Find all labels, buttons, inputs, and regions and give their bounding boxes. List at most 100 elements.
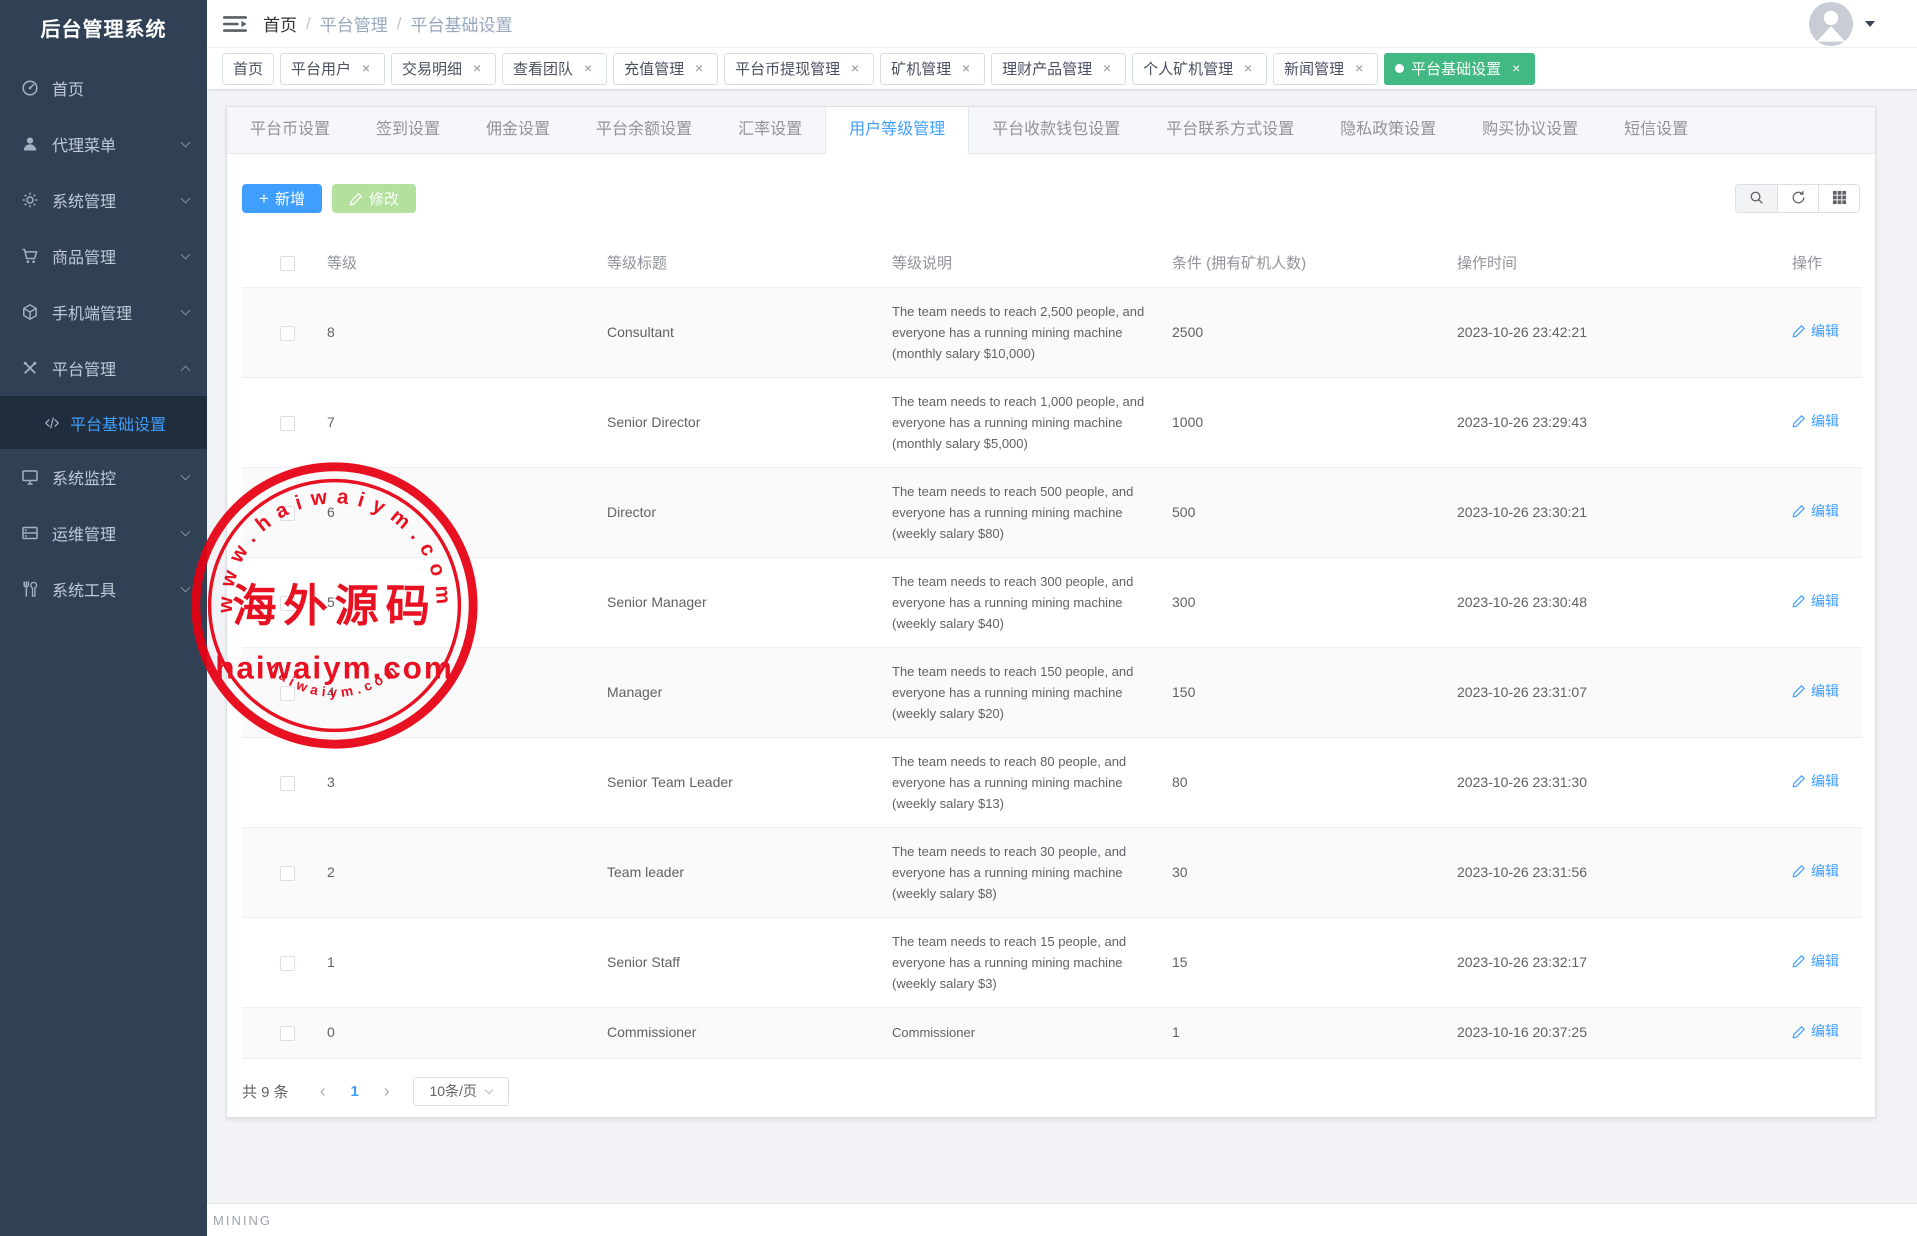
tag-item[interactable]: 矿机管理× bbox=[880, 53, 985, 85]
pencil-icon bbox=[1792, 594, 1806, 608]
sidebar-item-label: 系统监控 bbox=[52, 465, 182, 489]
avatar[interactable] bbox=[1809, 2, 1853, 46]
tag-active-item[interactable]: 平台基础设置× bbox=[1384, 53, 1535, 85]
description-cell: The team needs to reach 2,500 people, an… bbox=[882, 288, 1162, 378]
sidebar-item-system-management[interactable]: 系统管理 bbox=[0, 172, 207, 228]
sidebar-item-system-tools[interactable]: 系统工具 bbox=[0, 561, 207, 617]
gear-icon bbox=[21, 191, 39, 209]
level-cell: 8 bbox=[317, 288, 597, 378]
content-tab[interactable]: 隐私政策设置 bbox=[1317, 107, 1459, 153]
time-cell: 2023-10-26 23:30:48 bbox=[1447, 558, 1782, 648]
content-tab[interactable]: 签到设置 bbox=[353, 107, 463, 153]
edit-row-button[interactable]: 编辑 bbox=[1792, 1021, 1839, 1042]
content-tab[interactable]: 平台收款钱包设置 bbox=[969, 107, 1143, 153]
edit-row-label: 编辑 bbox=[1811, 411, 1839, 432]
close-icon[interactable]: × bbox=[847, 61, 863, 77]
add-button[interactable]: + 新增 bbox=[242, 184, 322, 213]
edit-button-label: 修改 bbox=[369, 188, 399, 209]
sidebar-item-label: 首页 bbox=[52, 76, 189, 100]
tag-item[interactable]: 新闻管理× bbox=[1273, 53, 1378, 85]
content-tab-active[interactable]: 用户等级管理 bbox=[825, 107, 969, 154]
content-tab[interactable]: 平台余额设置 bbox=[573, 107, 715, 153]
sidebar-item-label: 商品管理 bbox=[52, 244, 182, 268]
edit-row-button[interactable]: 编辑 bbox=[1792, 591, 1839, 612]
row-checkbox[interactable] bbox=[280, 416, 295, 431]
breadcrumb-home[interactable]: 首页 bbox=[263, 11, 297, 36]
row-checkbox[interactable] bbox=[280, 686, 295, 701]
edit-row-button[interactable]: 编辑 bbox=[1792, 951, 1839, 972]
row-checkbox[interactable] bbox=[280, 1026, 295, 1041]
breadcrumb-separator: / bbox=[397, 14, 402, 34]
prev-page-button[interactable]: ‹ bbox=[307, 1077, 339, 1105]
close-icon[interactable]: × bbox=[580, 61, 596, 77]
tag-item[interactable]: 平台币提现管理× bbox=[724, 53, 874, 85]
row-checkbox[interactable] bbox=[280, 596, 295, 611]
close-icon[interactable]: × bbox=[691, 61, 707, 77]
refresh-button[interactable] bbox=[1777, 185, 1818, 212]
edit-row-button[interactable]: 编辑 bbox=[1792, 771, 1839, 792]
tag-item[interactable]: 理财产品管理× bbox=[991, 53, 1126, 85]
monitor-icon bbox=[21, 468, 39, 486]
tag-item[interactable]: 个人矿机管理× bbox=[1132, 53, 1267, 85]
close-icon[interactable]: × bbox=[1351, 61, 1367, 77]
row-checkbox[interactable] bbox=[280, 326, 295, 341]
page-number-button[interactable]: 1 bbox=[339, 1077, 371, 1105]
edit-row-button[interactable]: 编辑 bbox=[1792, 501, 1839, 522]
cart-icon bbox=[21, 247, 39, 265]
page-size-select[interactable]: 10条/页 bbox=[413, 1077, 509, 1106]
search-button[interactable] bbox=[1736, 185, 1777, 212]
sidebar-item-platform-management[interactable]: 平台管理 bbox=[0, 340, 207, 396]
tag-item[interactable]: 查看团队× bbox=[502, 53, 607, 85]
tag-label: 平台用户 bbox=[291, 58, 351, 79]
sidebar-item-home[interactable]: 首页 bbox=[0, 60, 207, 116]
row-checkbox[interactable] bbox=[280, 506, 295, 521]
close-icon[interactable]: × bbox=[1508, 61, 1524, 77]
close-icon[interactable]: × bbox=[1099, 61, 1115, 77]
close-icon[interactable]: × bbox=[958, 61, 974, 77]
tag-item[interactable]: 平台用户 × bbox=[280, 53, 385, 85]
content-tab[interactable]: 短信设置 bbox=[1601, 107, 1711, 153]
sidebar-item-ops-management[interactable]: 运维管理 bbox=[0, 505, 207, 561]
table-row: 8ConsultantThe team needs to reach 2,500… bbox=[242, 288, 1862, 378]
edit-row-button[interactable]: 编辑 bbox=[1792, 321, 1839, 342]
sidebar-item-mobile-management[interactable]: 手机端管理 bbox=[0, 284, 207, 340]
select-all-checkbox[interactable] bbox=[280, 256, 295, 271]
content-tab[interactable]: 平台币设置 bbox=[227, 107, 353, 153]
sidebar-item-goods-management[interactable]: 商品管理 bbox=[0, 228, 207, 284]
sidebar-item-platform-basic-settings[interactable]: 平台基础设置 bbox=[0, 396, 207, 449]
pencil-icon bbox=[1792, 864, 1806, 878]
edit-row-button[interactable]: 编辑 bbox=[1792, 411, 1839, 432]
next-page-button[interactable]: › bbox=[371, 1077, 403, 1105]
close-icon[interactable]: × bbox=[358, 61, 374, 77]
row-checkbox[interactable] bbox=[280, 956, 295, 971]
sidebar-item-label: 平台基础设置 bbox=[70, 411, 189, 435]
caret-down-icon[interactable] bbox=[1865, 21, 1875, 27]
content-tab[interactable]: 平台联系方式设置 bbox=[1143, 107, 1317, 153]
tag-item[interactable]: 充值管理× bbox=[613, 53, 718, 85]
tag-item[interactable]: 交易明细× bbox=[391, 53, 496, 85]
edit-row-button[interactable]: 编辑 bbox=[1792, 681, 1839, 702]
time-cell: 2023-10-26 23:32:17 bbox=[1447, 918, 1782, 1008]
row-checkbox[interactable] bbox=[280, 776, 295, 791]
content-tab[interactable]: 佣金设置 bbox=[463, 107, 573, 153]
action-cell: 编辑 bbox=[1782, 828, 1862, 918]
row-checkbox[interactable] bbox=[280, 866, 295, 881]
close-icon[interactable]: × bbox=[1240, 61, 1256, 77]
table-header: 等级等级标题等级说明条件 (拥有矿机人数)操作时间操作 bbox=[242, 238, 1862, 288]
sidebar-item-system-monitor[interactable]: 系统监控 bbox=[0, 449, 207, 505]
action-cell: 编辑 bbox=[1782, 558, 1862, 648]
time-cell: 2023-10-26 23:31:07 bbox=[1447, 648, 1782, 738]
description-cell: The team needs to reach 15 people, and e… bbox=[882, 918, 1162, 1008]
columns-button[interactable] bbox=[1818, 185, 1859, 212]
refresh-icon bbox=[1791, 190, 1806, 208]
edit-row-button[interactable]: 编辑 bbox=[1792, 861, 1839, 882]
sidebar-item-agent-menu[interactable]: 代理菜单 bbox=[0, 116, 207, 172]
close-icon[interactable]: × bbox=[469, 61, 485, 77]
time-cell: 2023-10-26 23:30:21 bbox=[1447, 468, 1782, 558]
table-row: 6DirectorThe team needs to reach 500 peo… bbox=[242, 468, 1862, 558]
content-tab[interactable]: 购买协议设置 bbox=[1459, 107, 1601, 153]
tag-item[interactable]: 首页 bbox=[222, 53, 274, 85]
hamburger-icon[interactable] bbox=[223, 14, 247, 34]
content-tab[interactable]: 汇率设置 bbox=[715, 107, 825, 153]
edit-button[interactable]: 修改 bbox=[332, 184, 416, 213]
